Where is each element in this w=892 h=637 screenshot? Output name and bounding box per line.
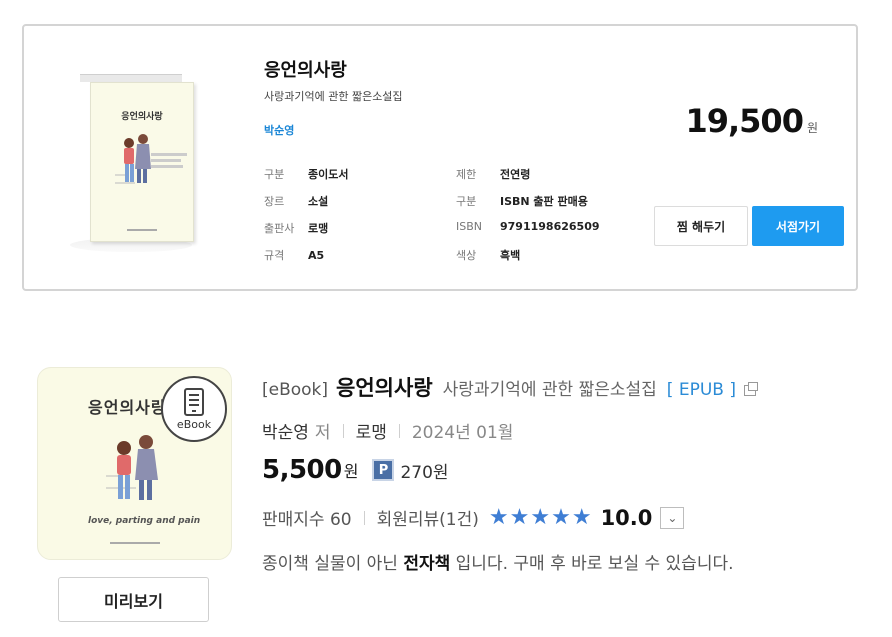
spec-label: 출판사	[264, 222, 295, 235]
star-icon: ★	[509, 504, 530, 530]
spec-value: 로맹	[308, 222, 329, 235]
chevron-down-icon[interactable]: ⌄	[660, 506, 685, 529]
divider	[363, 510, 365, 525]
store-button[interactable]: 서점가기	[752, 206, 844, 246]
ebook-badge-label: eBook	[176, 417, 212, 431]
ebook-price-row: 5,500 원 P 270원	[262, 455, 449, 485]
spec-label: ISBN	[456, 220, 483, 233]
ebook-note-pre: 종이책 실물이 아닌	[262, 554, 404, 574]
spec-row: 제한 전연령	[456, 166, 530, 182]
ebook-meta-row: 박순영 저 로맹 2024년 01월	[262, 418, 513, 443]
spec-value: 소설	[308, 195, 329, 208]
book-cover-image[interactable]: 응언의사랑	[90, 82, 194, 242]
reviews-link[interactable]: 회원리뷰(1건)	[377, 505, 479, 530]
ebook-title-row: [eBook] 응언의사랑 사랑과기억에 관한 짧은소설집 [ EPUB ]	[262, 372, 758, 402]
spec-row: 색상 흑백	[456, 247, 520, 263]
ebook-note-post: 입니다. 구매 후 바로 보실 수 있습니다.	[450, 554, 734, 574]
star-icon: ★	[488, 504, 509, 530]
rating-value: 10.0	[600, 505, 653, 530]
spec-value: 전연령	[500, 168, 531, 181]
book-price-currency: 원	[806, 121, 818, 135]
star-icon: ★	[571, 504, 592, 530]
spec-value: 9791198626509	[500, 220, 600, 233]
spec-value: 종이도서	[308, 168, 349, 181]
book-price: 19,500 원	[685, 102, 818, 140]
ebook-author-suffix: 저	[314, 423, 331, 443]
ebook-subtitle: 사랑과기억에 관한 짧은소설집	[442, 380, 657, 400]
ebook-stats-row: 판매지수 60 회원리뷰(1건) ★ ★ ★ ★ ★ 10.0 ⌄	[262, 504, 685, 530]
new-window-icon[interactable]	[743, 382, 758, 396]
book-card: 응언의사랑 응언의사랑 사랑과기억에 관한 짧은소설집 박순영 구분 종이도서	[22, 24, 858, 291]
spec-label: 장르	[264, 195, 285, 208]
spec-label: 규격	[264, 249, 285, 262]
ebook-prefix: [eBook]	[262, 380, 329, 400]
spec-row: 장르 소설	[264, 193, 328, 209]
ebook-note-bold: 전자책	[403, 554, 451, 574]
point-icon: P	[372, 459, 395, 481]
spec-label: 색상	[456, 249, 477, 262]
spec-value: 흑백	[500, 249, 521, 262]
ebook-note: 종이책 실물이 아닌 전자책 입니다. 구매 후 바로 보실 수 있습니다.	[262, 549, 734, 574]
book-subtitle: 사랑과기억에 관한 짧은소설집	[264, 90, 403, 103]
ebook-badge: eBook	[161, 376, 227, 442]
book-price-value: 19,500	[685, 102, 803, 140]
book-author-link[interactable]: 박순영	[264, 122, 294, 138]
ebook-price-currency: 원	[343, 462, 359, 481]
ebook-title[interactable]: 응언의사랑	[336, 372, 433, 402]
spec-label: 제한	[456, 168, 477, 181]
book-cover-publisher	[91, 229, 193, 231]
ebook-cover-tagline: love, parting and pain	[88, 516, 201, 526]
ebook-publisher-link[interactable]: 로맹	[356, 418, 387, 443]
ebook-price-value: 5,500	[262, 455, 342, 485]
sales-index: 판매지수 60	[262, 510, 352, 530]
spec-row: 구분 ISBN 출판 판매용	[456, 193, 588, 209]
wish-button[interactable]: 찜 해두기	[654, 206, 748, 246]
preview-button[interactable]: 미리보기	[58, 577, 209, 622]
spec-row: 출판사 로맹	[264, 220, 328, 236]
spec-label: 구분	[456, 195, 477, 208]
ebook-format: [ EPUB ]	[666, 380, 736, 400]
star-icon: ★	[530, 504, 551, 530]
spec-row: 규격 A5	[264, 247, 324, 263]
ebook-date: 2024년 01월	[411, 423, 514, 443]
book-title[interactable]: 응언의사랑	[264, 56, 347, 82]
divider	[398, 423, 400, 438]
book-spine	[80, 74, 182, 82]
spec-row: 구분 종이도서	[264, 166, 348, 182]
ebook-cover-publisher	[38, 542, 231, 544]
spec-row: ISBN 9791198626509	[456, 220, 600, 233]
spec-value: A5	[308, 249, 325, 262]
ebook-author-link[interactable]: 박순영	[262, 418, 309, 443]
spec-label: 구분	[264, 168, 285, 181]
rating-stars: ★ ★ ★ ★ ★	[488, 504, 593, 530]
divider	[342, 423, 344, 438]
spec-value: ISBN 출판 판매용	[500, 195, 588, 208]
ebook-device-icon	[184, 387, 204, 416]
star-icon: ★	[551, 504, 571, 530]
ebook-points: 270원	[400, 462, 449, 483]
book-cover-blurb	[151, 153, 191, 168]
